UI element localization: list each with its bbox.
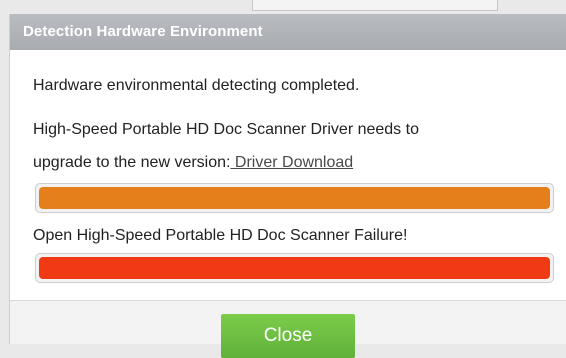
close-button[interactable]: Close: [221, 314, 355, 358]
dialog-title: Detection Hardware Environment: [10, 14, 566, 50]
open-failure-message: Open High-Speed Portable HD Doc Scanner …: [33, 227, 408, 244]
driver-progress-fill: [39, 187, 550, 209]
dialog-footer: Close: [10, 300, 566, 358]
driver-message-line1: High-Speed Portable HD Doc Scanner Drive…: [33, 121, 419, 138]
dialog-body: Hardware environmental detecting complet…: [10, 50, 566, 300]
status-message: Hardware environmental detecting complet…: [33, 77, 360, 94]
driver-progress-bar: [35, 183, 554, 213]
failure-progress-bar: [35, 253, 554, 283]
driver-message-text: upgrade to the new version:: [33, 154, 231, 171]
detection-dialog: Detection Hardware Environment Hardware …: [9, 14, 566, 358]
failure-progress-fill: [39, 257, 550, 279]
driver-message-line2: upgrade to the new version: Driver Downl…: [33, 154, 353, 172]
background-window-strip: [252, 0, 498, 11]
driver-download-link[interactable]: Driver Download: [230, 154, 353, 171]
